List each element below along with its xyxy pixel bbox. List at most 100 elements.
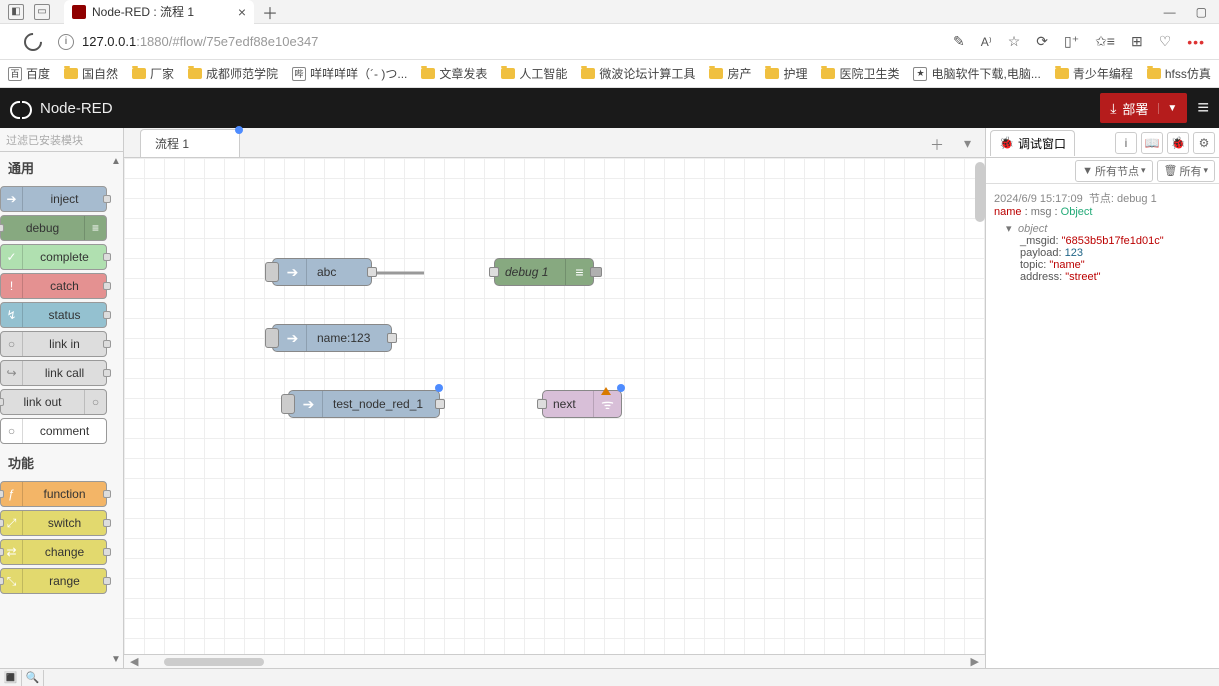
palette-node-change[interactable]: ⇄change [0, 539, 107, 565]
bookmark-item[interactable]: 房产 [709, 65, 751, 82]
favorite-icon[interactable]: ☆ [1008, 33, 1021, 50]
palette-category[interactable]: 通用 [0, 152, 113, 183]
palette-node-function[interactable]: ƒfunction [0, 481, 107, 507]
bookmarks-bar: 百百度 国自然 厂家 成都师范学院 哔咩咩咩咩（´- )つ... 文章发表 人工… [0, 60, 1219, 88]
debug-kv-row[interactable]: address: "street" [1020, 271, 1211, 283]
debug-toggle-button[interactable] [590, 267, 602, 277]
scroll-left-button[interactable]: ◀ [130, 655, 138, 668]
input-port[interactable] [489, 267, 499, 277]
palette-scroll-up-button[interactable]: ▲ [109, 154, 123, 168]
extensions-icon[interactable]: ⊞ [1131, 33, 1143, 50]
flow-node-mqtt-out[interactable]: next ᯤ [542, 390, 622, 418]
flow-node-debug-1[interactable]: debug 1 ≡ [494, 258, 594, 286]
debug-kv-row[interactable]: topic: "name" [1020, 259, 1211, 271]
flow-node-inject-name123[interactable]: ➔ name:123 [272, 324, 392, 352]
close-tab-button[interactable]: × [238, 4, 246, 20]
workspaces-icon[interactable]: ◧ [8, 4, 24, 20]
canvas-hscroll-thumb[interactable] [164, 658, 264, 666]
debug-kv-row[interactable]: _msgid: "6853b5b17fe1d01c" [1020, 235, 1211, 247]
flow-node-inject-abc[interactable]: ➔ abc [272, 258, 372, 286]
inject-icon: ➔ [295, 391, 323, 417]
sidebar-help-button[interactable]: 📖 [1141, 132, 1163, 154]
flow-menu-button[interactable]: ▾ [958, 133, 977, 157]
site-info-icon[interactable]: i [58, 34, 74, 50]
palette-node-switch[interactable]: ⤢switch [0, 510, 107, 536]
performance-icon[interactable]: ♡ [1159, 33, 1172, 50]
bookmark-item[interactable]: 人工智能 [501, 65, 567, 82]
tab-overview-icon[interactable]: ▭ [34, 4, 50, 20]
palette-scroll-down-button[interactable]: ▼ [109, 652, 123, 666]
palette-node-range[interactable]: ⤡range [0, 568, 107, 594]
expand-caret-icon[interactable]: ▾ [1006, 222, 1016, 235]
bookmark-item[interactable]: 微波论坛计算工具 [581, 65, 695, 82]
palette-node-comment[interactable]: ○comment [0, 418, 107, 444]
scroll-right-button[interactable]: ▶ [971, 655, 985, 668]
palette-search-input[interactable]: 过滤已安装模块 [0, 128, 123, 152]
input-port[interactable] [537, 399, 547, 409]
read-aloud-icon[interactable]: A⁾ [981, 35, 992, 49]
window-maximize-button[interactable]: ▢ [1196, 5, 1207, 19]
new-tab-button[interactable]: ＋ [262, 0, 278, 24]
palette-node-link-out[interactable]: link out○ [0, 389, 107, 415]
bookmark-item[interactable]: hfss仿真 [1147, 65, 1211, 82]
palette-node-catch[interactable]: !catch [0, 273, 107, 299]
flow-canvas[interactable]: ➔ abc debug 1 ≡ ➔ name:123 ➔ [124, 158, 985, 654]
workspace: 流程 1 ＋ ▾ ➔ abc [124, 128, 985, 668]
footer-zoom-button[interactable]: 🔍 [22, 670, 44, 686]
add-flow-button[interactable]: ＋ [924, 133, 950, 157]
output-port[interactable] [387, 333, 397, 343]
more-menu-button[interactable]: ••• [1187, 34, 1205, 50]
flow-node-inject-test[interactable]: ➔ test_node_red_1 [288, 390, 440, 418]
sidebar-info-button[interactable]: i [1115, 132, 1137, 154]
deploy-dropdown-icon[interactable]: ▼ [1158, 103, 1177, 114]
sidebar-config-button[interactable]: ⚙ [1193, 132, 1215, 154]
bookmark-item[interactable]: 国自然 [64, 65, 118, 82]
sidebar-debug-button[interactable]: 🐞 [1167, 132, 1189, 154]
url-field[interactable]: i 127.0.0.1:1880/#flow/75e7edf88e10e347 [58, 34, 943, 50]
bookmark-item[interactable]: 成都师范学院 [188, 65, 278, 82]
bookmark-item[interactable]: 百百度 [8, 65, 50, 82]
inject-trigger-button[interactable] [265, 328, 279, 348]
browser-tab-active[interactable]: Node-RED : 流程 1 × [64, 0, 254, 24]
status-bar: 🔳 🔍 [0, 668, 1219, 686]
palette-node-debug[interactable]: debug≡ [0, 215, 107, 241]
sidebar-tab-debug[interactable]: 🐞 调试窗口 [990, 130, 1075, 156]
bookmark-item[interactable]: 医院卫生类 [821, 65, 899, 82]
main-menu-button[interactable]: ≡ [1197, 97, 1209, 120]
debug-panel[interactable]: 2024/6/9 15:17:09 节点: debug 1 name : msg… [986, 184, 1219, 668]
sidebar-tabs: 🐞 调试窗口 i 📖 🐞 ⚙ [986, 128, 1219, 158]
browser-tab-strip: ◧ ▭ Node-RED : 流程 1 × ＋ — ▢ [0, 0, 1219, 24]
footer-nav-button[interactable]: 🔳 [0, 670, 22, 686]
debug-object-toggle[interactable]: Object [1061, 206, 1093, 218]
bookmark-item[interactable]: 文章发表 [421, 65, 487, 82]
debug-clear-button[interactable]: 🗑 所有 ▾ [1157, 160, 1216, 182]
palette-node-status[interactable]: ↯status [0, 302, 107, 328]
debug-filter-button[interactable]: ▼ 所有节点 ▾ [1075, 160, 1152, 182]
bookmark-item[interactable]: 厂家 [132, 65, 174, 82]
collections-icon[interactable]: ▯⁺ [1064, 33, 1079, 50]
bookmark-item[interactable]: 哔咩咩咩咩（´- )つ... [292, 65, 407, 82]
canvas-footer: ◀ ▶ [124, 654, 985, 668]
canvas-scroll-thumb[interactable] [975, 162, 985, 222]
palette-node-link-in[interactable]: ○link in [0, 331, 107, 357]
favorites-bar-icon[interactable]: ✩≡ [1095, 33, 1115, 50]
window-minimize-button[interactable]: — [1164, 5, 1176, 19]
output-port[interactable] [435, 399, 445, 409]
inject-trigger-button[interactable] [281, 394, 295, 414]
extension-1-icon[interactable]: ⟳ [1036, 33, 1048, 50]
bookmark-item[interactable]: 青少年编程 [1055, 65, 1133, 82]
edit-url-icon[interactable]: ✎ [953, 33, 965, 50]
output-port[interactable] [367, 267, 377, 277]
deploy-button[interactable]: ⤓ 部署 ▼ [1100, 93, 1187, 123]
flow-tab[interactable]: 流程 1 [140, 129, 240, 157]
reload-button[interactable] [20, 29, 45, 54]
palette-node-complete[interactable]: ✓complete [0, 244, 107, 270]
palette-node-link-call[interactable]: ↪link call [0, 360, 107, 386]
palette-category[interactable]: 功能 [0, 447, 113, 478]
inject-trigger-button[interactable] [265, 262, 279, 282]
palette-node-inject[interactable]: ➔inject [0, 186, 107, 212]
debug-kv-row[interactable]: payload: 123 [1020, 247, 1211, 259]
inject-icon: ➔ [279, 259, 307, 285]
bookmark-item[interactable]: ★电脑软件下载,电脑... [913, 65, 1040, 82]
bookmark-item[interactable]: 护理 [765, 65, 807, 82]
